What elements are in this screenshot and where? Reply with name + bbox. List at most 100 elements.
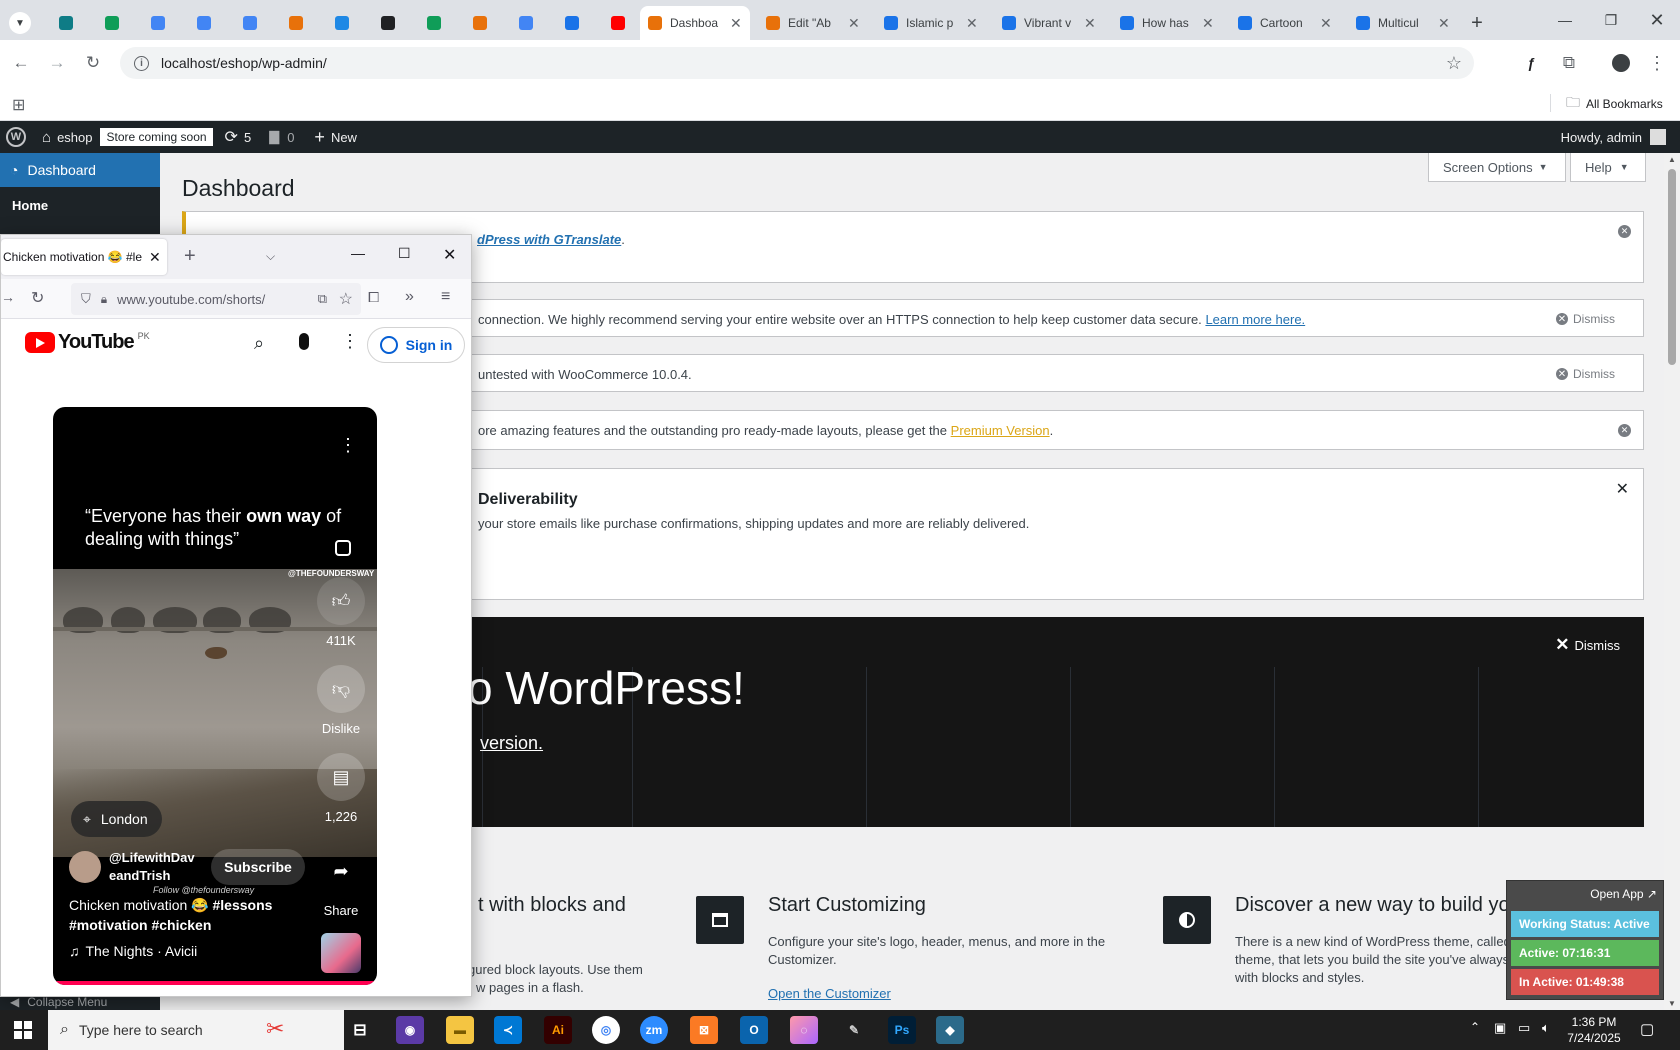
browser-tab[interactable]: Vibrant v ✕ xyxy=(994,6,1104,40)
close-tab-icon[interactable]: ✕ xyxy=(1084,15,1096,32)
close-notice-icon[interactable]: ✕ xyxy=(1618,424,1631,437)
profile-avatar[interactable] xyxy=(1608,50,1634,76)
pen-tool-icon[interactable]: ✎ xyxy=(840,1016,868,1044)
location-pill[interactable]: ⌖ London xyxy=(71,801,162,837)
close-tab-icon[interactable]: ✕ xyxy=(149,249,161,266)
browser-tab[interactable]: Islamic p ✕ xyxy=(876,6,986,40)
minimize-button[interactable]: — xyxy=(1542,0,1588,40)
picture-in-picture-icon[interactable]: ⧉ xyxy=(317,291,327,307)
all-bookmarks-button[interactable]: 🗀 All Bookmarks xyxy=(1566,92,1663,116)
illustrator-icon[interactable]: Ai xyxy=(544,1016,572,1044)
browser-tab[interactable] xyxy=(228,6,272,40)
list-tabs-chevron-icon[interactable]: ⌵ xyxy=(266,249,275,264)
apps-grid-icon[interactable]: ⊞ xyxy=(12,95,25,115)
site-info-icon[interactable]: i xyxy=(134,55,149,71)
browser-tab[interactable] xyxy=(412,6,456,40)
channel-avatar[interactable] xyxy=(69,851,101,883)
forward-button[interactable]: → xyxy=(44,50,70,76)
screen-options-button[interactable]: Screen Options ▼ xyxy=(1428,153,1566,182)
close-tab-icon[interactable]: ✕ xyxy=(848,15,860,32)
close-notice-icon[interactable]: ✕ xyxy=(1618,225,1631,238)
minimize-button[interactable]: — xyxy=(351,245,365,261)
new-tab-button[interactable]: + xyxy=(1462,6,1492,40)
xampp-icon[interactable]: ⊠ xyxy=(690,1016,718,1044)
browser-tab[interactable] xyxy=(458,6,502,40)
music-link[interactable]: ♫ The Nights · Avicii xyxy=(69,943,197,959)
more-options-icon[interactable]: ⋮ xyxy=(341,331,359,352)
my-account-link[interactable]: Howdy, admin xyxy=(1561,121,1666,153)
share-button[interactable]: ➦ Share xyxy=(317,847,365,919)
notifications-icon[interactable]: ▢ xyxy=(1640,1020,1654,1038)
close-tab-icon[interactable]: ✕ xyxy=(1202,15,1214,32)
youtube-logo[interactable]: YouTube PK xyxy=(25,331,150,354)
music-thumbnail[interactable] xyxy=(321,933,361,973)
new-content-link[interactable]: + New xyxy=(314,121,357,153)
browser-tab[interactable]: Cartoon ✕ xyxy=(1230,6,1340,40)
open-app-link[interactable]: Open App ↗ xyxy=(1590,887,1657,901)
maximize-button[interactable]: ☐ xyxy=(398,245,411,262)
browser-tab[interactable] xyxy=(90,6,134,40)
close-window-button[interactable]: ✕ xyxy=(1634,0,1680,40)
browser-tab[interactable]: Dashboa ✕ xyxy=(640,6,750,40)
windows-start-icon[interactable] xyxy=(14,1021,32,1039)
lock-icon[interactable]: 🔒︎ xyxy=(101,292,107,307)
like-button[interactable]: 👍︎ 411K xyxy=(317,577,365,648)
updates-link[interactable]: ⟳ 5 xyxy=(225,121,252,153)
welcome-version-link[interactable]: version. xyxy=(480,733,543,754)
close-icon[interactable]: ✕ xyxy=(1616,479,1629,499)
browser-tab[interactable] xyxy=(182,6,226,40)
dislike-button[interactable]: 👎︎ Dislike xyxy=(317,665,365,736)
taskbar-search-box[interactable]: ⌕ Type here to search ✂ xyxy=(48,1010,344,1050)
bookmark-star-icon[interactable]: ☆ xyxy=(338,289,353,309)
subscribe-button[interactable]: Subscribe xyxy=(211,849,305,885)
welcome-dismiss-button[interactable]: ✕ Dismiss xyxy=(1555,635,1620,655)
close-tab-icon[interactable]: ✕ xyxy=(730,15,742,32)
close-tab-icon[interactable]: ✕ xyxy=(1320,15,1332,32)
network-icon[interactable]: ▭ xyxy=(1518,1020,1530,1036)
forward-button[interactable]: → xyxy=(1,289,15,305)
comments-link[interactable]: ▇ 0 xyxy=(269,121,294,153)
channel-name[interactable]: @LifewithDav eandTrish xyxy=(109,849,205,885)
extensions-puzzle-icon[interactable]: ⧉ xyxy=(1556,50,1582,76)
help-button[interactable]: Help ▼ xyxy=(1570,153,1646,182)
taskbar-clock[interactable]: 1:36 PM 7/24/2025 xyxy=(1564,1014,1624,1046)
tray-app-icon[interactable]: ▣ xyxy=(1494,1020,1506,1036)
new-tab-button[interactable]: + xyxy=(184,245,196,268)
volume-icon[interactable]: 🔈︎ xyxy=(1542,1020,1550,1036)
more-actions-icon[interactable]: ⋮ xyxy=(339,435,357,456)
photoshop-icon[interactable]: Ps xyxy=(888,1016,916,1044)
outlook-icon[interactable]: O xyxy=(740,1016,768,1044)
search-icon[interactable]: ⌕ xyxy=(254,333,264,354)
extensions-icon[interactable]: ⧠ xyxy=(368,289,379,306)
browser-tab[interactable] xyxy=(366,6,410,40)
address-bar[interactable]: i localhost/eshop/wp-admin/ ☆ xyxy=(120,47,1474,79)
sign-in-button[interactable]: Sign in xyxy=(367,327,465,363)
zoom-icon[interactable]: zm xyxy=(640,1016,668,1044)
bookmark-star-icon[interactable]: ☆ xyxy=(1446,53,1462,74)
sidebar-item-dashboard[interactable]: ◔ Dashboard xyxy=(0,153,160,187)
reload-button[interactable]: ↻ xyxy=(31,288,44,308)
firefox-address-bar[interactable]: ⛉ 🔒︎ www.youtube.com/shorts/ ⧉ ☆ xyxy=(71,283,361,315)
app-diamond-icon[interactable]: ◆ xyxy=(936,1016,964,1044)
sidebar-item-home[interactable]: Home xyxy=(0,187,160,223)
browser-tab[interactable] xyxy=(504,6,548,40)
overflow-chevrons-icon[interactable]: » xyxy=(405,288,414,306)
creative-cloud-icon[interactable]: ◌ xyxy=(790,1016,818,1044)
close-tab-icon[interactable]: ✕ xyxy=(1438,15,1450,32)
open-customizer-link[interactable]: Open the Customizer xyxy=(768,985,891,1003)
premium-version-link[interactable]: Premium Version xyxy=(951,423,1050,438)
file-explorer-icon[interactable]: ▬ xyxy=(446,1016,474,1044)
wordpress-logo-icon[interactable]: W xyxy=(6,121,26,153)
browser-tab[interactable] xyxy=(44,6,88,40)
restore-button[interactable]: ❐ xyxy=(1588,0,1634,40)
browser-tab[interactable] xyxy=(274,6,318,40)
browser-tab[interactable] xyxy=(596,6,640,40)
browser-tab[interactable] xyxy=(320,6,364,40)
page-scrollbar[interactable]: ▲ ▼ xyxy=(1664,153,1680,1010)
tray-chevron-icon[interactable]: ⌃ xyxy=(1470,1020,1480,1034)
tab-youtube-short[interactable]: Chicken motivation 😂 #le ✕ xyxy=(1,239,167,275)
comments-button[interactable]: ▤ 1,226 xyxy=(317,753,365,824)
close-tab-icon[interactable]: ✕ xyxy=(966,15,978,32)
chrome-menu-icon[interactable]: ⋮ xyxy=(1644,50,1670,76)
browser-tab[interactable] xyxy=(550,6,594,40)
